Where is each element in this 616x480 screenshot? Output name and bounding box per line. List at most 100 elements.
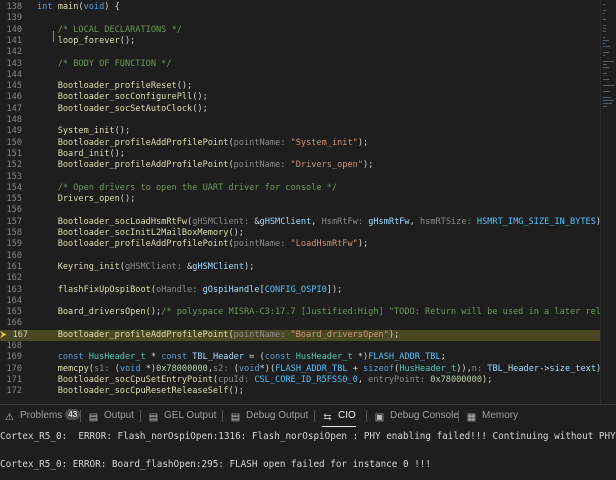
code-editor[interactable]: 138 int main(void) {139 140 /* LOCAL DECLA… bbox=[0, 0, 616, 404]
code-token: (); bbox=[119, 35, 136, 46]
tab-separator bbox=[366, 410, 367, 422]
code-line[interactable]: 151 Board_init(); bbox=[0, 149, 600, 160]
code-line[interactable]: 148 bbox=[0, 115, 600, 126]
code-line[interactable]: 167 ⮞ Bootloader_profileAddProfilePoint(p… bbox=[0, 329, 600, 342]
code-line[interactable]: 172 Bootloader_socCpuResetReleaseSelf(); bbox=[0, 386, 600, 397]
line-number[interactable]: 147 bbox=[0, 104, 22, 115]
output-line: Cortex_R5_0: ERROR: Board_flashOpen:295:… bbox=[0, 459, 431, 470]
line-number[interactable]: 159 bbox=[0, 239, 22, 250]
line-number[interactable]: 157 bbox=[0, 217, 22, 228]
code-line[interactable]: 170 memcpy(s1: (void *)0x78000000,s2: (v… bbox=[0, 363, 606, 375]
tab-output[interactable]: ▤ Output bbox=[88, 405, 134, 427]
line-number[interactable]: 152 bbox=[0, 160, 22, 171]
code-token: FLASH_ADDR_TBL bbox=[275, 363, 348, 374]
code-text: Bootloader_profileAddProfilePoint(pointN… bbox=[37, 239, 368, 250]
line-number[interactable]: 172 bbox=[0, 386, 22, 397]
code-line[interactable]: 153 bbox=[0, 172, 600, 183]
code-line[interactable]: 140 /* LOCAL DECLARATIONS */ bbox=[0, 25, 600, 36]
tab-gel-output[interactable]: ▤ GEL Output bbox=[148, 405, 217, 427]
code-line[interactable]: 158 Bootloader_socInitL2MailBoxMemory(); bbox=[0, 228, 600, 239]
line-number[interactable]: 160 bbox=[0, 251, 22, 262]
code-line[interactable]: 164 bbox=[0, 296, 600, 307]
code-line[interactable]: 154 /* Open drivers to open the UART dri… bbox=[0, 183, 600, 194]
code-line[interactable]: 163 flashFixUpOspiBoot(oHandle: gOspiHan… bbox=[0, 285, 600, 296]
line-number[interactable]: 151 bbox=[0, 149, 22, 160]
minimap[interactable] bbox=[600, 0, 616, 404]
code-token: ); bbox=[482, 374, 493, 385]
code-line[interactable]: 145 Bootloader_profileReset(); bbox=[0, 81, 600, 92]
code-line[interactable]: 150 Bootloader_profileAddProfilePoint(po… bbox=[0, 138, 600, 149]
code-line[interactable]: 147 Bootloader_socSetAutoClock(); bbox=[0, 104, 600, 115]
code-line[interactable]: 152 Bootloader_profileAddProfilePoint(po… bbox=[0, 160, 600, 171]
line-number[interactable]: 156 bbox=[0, 205, 22, 216]
line-number[interactable]: 144 bbox=[0, 70, 22, 81]
code-line[interactable]: 138 int main(void) { bbox=[0, 2, 600, 13]
line-number[interactable]: 148 bbox=[0, 115, 22, 126]
line-number[interactable]: 146 bbox=[0, 92, 22, 103]
code-line[interactable]: 139 bbox=[0, 13, 600, 24]
code-line[interactable]: 166 bbox=[0, 318, 600, 329]
line-number[interactable]: 139 bbox=[0, 13, 22, 24]
line-number[interactable]: 164 bbox=[0, 296, 22, 307]
line-number[interactable]: 162 bbox=[0, 273, 22, 284]
minimap-line bbox=[603, 73, 608, 74]
tab-cio[interactable]: ⇆ CIO bbox=[322, 405, 356, 427]
line-number[interactable]: 163 bbox=[0, 285, 22, 296]
tab-problems[interactable]: ⚠ Problems 43 bbox=[4, 405, 81, 427]
code-line[interactable]: 159 Bootloader_profileAddProfilePoint(po… bbox=[0, 239, 600, 250]
code-line[interactable]: 161 Keyring_init(gHSMClient: &gHSMClient… bbox=[0, 262, 600, 273]
minimap-line bbox=[603, 100, 614, 101]
code-line[interactable]: 146 Bootloader_socConfigurePll(); bbox=[0, 92, 600, 103]
code-token: entryPoint: bbox=[368, 374, 431, 385]
line-number[interactable]: 169 bbox=[0, 352, 22, 363]
output-icon: ▤ bbox=[88, 412, 99, 423]
code-token: int bbox=[37, 2, 58, 12]
line-number[interactable]: 155 bbox=[0, 194, 22, 205]
line-number[interactable]: 141 bbox=[0, 36, 22, 47]
line-number[interactable]: 145 bbox=[0, 81, 22, 92]
code-line[interactable]: 144 bbox=[0, 70, 600, 81]
line-number[interactable]: 161 bbox=[0, 262, 22, 273]
minimap-line bbox=[603, 31, 607, 32]
code-token: , bbox=[357, 374, 369, 385]
tab-debug-output[interactable]: ▤ Debug Output bbox=[230, 405, 309, 427]
code-line[interactable]: 162 bbox=[0, 273, 600, 284]
line-number[interactable]: 153 bbox=[0, 172, 22, 183]
line-number[interactable]: 158 bbox=[0, 228, 22, 239]
line-number[interactable]: 138 bbox=[0, 2, 22, 13]
code-line[interactable]: 160 bbox=[0, 251, 600, 262]
code-line[interactable]: 142 bbox=[0, 47, 600, 58]
line-number[interactable]: 150 bbox=[0, 138, 22, 149]
line-number[interactable]: 167 bbox=[6, 330, 28, 341]
line-number[interactable]: 154 bbox=[0, 183, 22, 194]
memory-icon: ▦ bbox=[466, 412, 477, 423]
tab-debug-console[interactable]: ▣ Debug Console bbox=[374, 405, 459, 427]
line-number[interactable]: 142 bbox=[0, 47, 22, 58]
code-line[interactable]: 169 const HusHeader_t * const TBL_Header… bbox=[0, 352, 600, 363]
code-line[interactable]: 168 bbox=[0, 341, 600, 352]
code-token: gHSMClient: bbox=[192, 216, 255, 227]
code-token: hsmRTSize: bbox=[419, 216, 477, 227]
line-number[interactable]: 166 bbox=[0, 318, 22, 329]
line-number[interactable]: 168 bbox=[0, 341, 22, 352]
code-line[interactable]: 165 Board_driversOpen();/* polyspace MIS… bbox=[0, 307, 616, 318]
cio-output[interactable]: Cortex_R5_0: ERROR: Flash_norOspiOpen:13… bbox=[0, 429, 616, 479]
line-number[interactable]: 149 bbox=[0, 126, 22, 137]
code-line[interactable]: 149 System_init(); bbox=[0, 126, 600, 137]
tab-memory[interactable]: ▦ Memory bbox=[466, 405, 518, 427]
line-number[interactable]: 170 bbox=[0, 364, 22, 375]
code-token: /* LOCAL DECLARATIONS */ bbox=[37, 24, 182, 35]
code-line[interactable]: 157 Bootloader_socLoadHsmRtFw(gHSMClient… bbox=[0, 216, 606, 228]
line-number[interactable]: 143 bbox=[0, 59, 22, 70]
code-line[interactable]: 141 loop_forever(); bbox=[0, 36, 600, 47]
code-line[interactable]: 155 Drivers_open(); bbox=[0, 194, 600, 205]
code-token: /* polyspace MISRA-C3:17.7 [Justified:Hi… bbox=[161, 307, 616, 318]
code-line[interactable]: 171 Bootloader_socCpuSetEntryPoint(cpuId… bbox=[0, 375, 600, 386]
minimap-line bbox=[603, 79, 609, 80]
line-number[interactable]: 140 bbox=[0, 25, 22, 36]
line-number[interactable]: 171 bbox=[0, 375, 22, 386]
code-line[interactable]: 143 /* BODY OF FUNCTION */ bbox=[0, 59, 600, 70]
code-token: (); bbox=[176, 81, 193, 92]
line-number[interactable]: 165 bbox=[0, 307, 22, 318]
code-line[interactable]: 156 bbox=[0, 205, 600, 216]
